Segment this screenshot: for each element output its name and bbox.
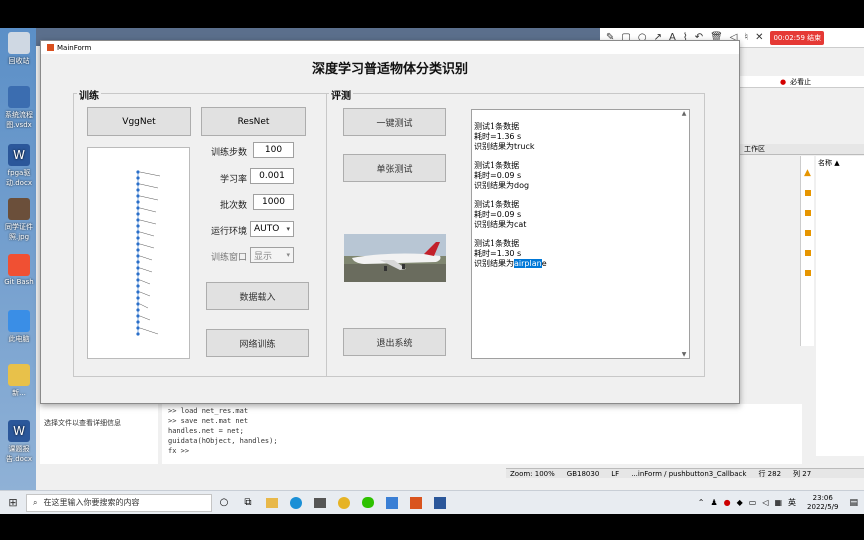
marker-icon [804,230,811,236]
selected-text: airplan [514,259,542,268]
env-select[interactable]: AUTO ▾ [250,221,294,237]
taskbar-clock[interactable]: 23:06 2022/5/9 [807,494,838,512]
desktop-icon-fpga-docx[interactable]: W fpga驱动.docx [2,144,36,188]
git-bash-icon [8,254,30,276]
recycle-bin-icon [8,32,30,54]
batch-label: 批次数 [219,201,247,211]
result-scrollbar[interactable]: ▲ ▼ [679,110,689,358]
close-icon[interactable]: ✕ [755,32,763,43]
result-entry: 测试1条数据 耗时=0.09 s 识别结果为cat [474,200,527,229]
load-data-button[interactable]: 数据载入 [206,282,309,310]
train-window-label: 训练窗口 [210,253,247,263]
store-icon[interactable] [314,497,326,508]
result-entry: 测试1条数据 耗时=1.30 s 识别结果为airplane [474,239,547,268]
window-title-bar[interactable]: MainForm [41,41,739,54]
vggnet-button[interactable]: VggNet [87,107,191,136]
visio-file-icon [8,86,30,108]
chevron-down-icon: ▾ [286,225,290,233]
desktop-icon-recycle-bin[interactable]: 回收站 [2,32,36,66]
exit-button[interactable]: 退出系统 [343,328,446,356]
search-icon: ⌕ [33,497,38,507]
cortana-icon[interactable]: ○ [215,494,233,512]
steps-input[interactable]: 100 [253,142,294,158]
env-label: 运行环境 [210,227,247,237]
windows-start-icon[interactable]: ⊞ [3,494,23,512]
edge-icon[interactable] [290,496,302,509]
mic-icon[interactable]: ♮ [745,32,749,43]
scroll-up-icon[interactable]: ▲ [679,110,689,117]
wechat-icon[interactable] [362,497,374,508]
test-image-airplane [344,234,446,282]
battery-icon[interactable]: ▭ [749,494,757,512]
volume-icon[interactable]: ◁ [762,494,768,512]
folder-icon [8,364,30,386]
word-file-icon: W [8,420,30,442]
desktop-icon-photo[interactable]: 同学证件照.jpg [2,198,36,242]
batch-input[interactable]: 1000 [253,194,294,210]
result-textbox[interactable]: 测试1条数据 耗时=1.36 s 识别结果为truck 测试1条数据 耗时=0.… [471,109,690,359]
steps-label: 训练步数 [210,148,247,158]
tray-user-icon[interactable]: ♟ [710,494,717,512]
marker-icon [804,190,811,196]
chevron-down-icon: ▾ [286,251,290,259]
resnet-button[interactable]: ResNet [201,107,306,136]
result-entry: 测试1条数据 耗时=0.09 s 识别结果为dog [474,161,530,190]
command-window[interactable]: >> load net_res.mat >> save net.mat net … [162,404,802,464]
workspace-title-bar: 工作区 [740,144,864,155]
taskbar: ⊞ ⌕ 在这里输入你要搜索的内容 ○ ⧉ ⌃ ♟ ● ◆ ▭ ◁ ▦ 英 23:… [0,490,864,514]
train-window-select[interactable]: 显示 ▾ [250,247,294,263]
scroll-down-icon[interactable]: ▼ [679,351,689,358]
computer-icon [8,310,30,332]
warning-icon: ▲ [804,168,811,178]
notification-icon: ● [780,77,787,86]
recording-timer[interactable]: 00:02:59 结束 [770,30,825,45]
chrome-icon[interactable] [338,496,350,509]
tray-chevron-icon[interactable]: ⌃ [698,494,705,512]
workspace-panel: 名称 ▲ [816,156,864,456]
airplane-image-svg [344,234,446,282]
desktop-icon-git-bash[interactable]: Git Bash [2,254,36,286]
marker-icon [804,210,811,216]
word-file-icon: W [8,144,30,166]
tray-app-icon[interactable]: ◆ [737,494,743,512]
network-icon[interactable]: ▦ [774,494,782,512]
eval-section-title: 评测 [329,87,353,102]
tray-app-icon[interactable]: ● [724,494,731,512]
file-details-panel: 选择文件以查看详细信息 [40,404,158,464]
page-title: 深度学习普适物体分类识别 [311,62,468,77]
photo-file-icon [8,198,30,220]
matlab-status-bar: Zoom: 100% GB18030 LF ...inForm / pushbu… [506,468,864,478]
learning-rate-input[interactable]: 0.001 [250,168,294,184]
one-click-test-button[interactable]: 一键测试 [343,108,446,136]
taskbar-search[interactable]: ⌕ 在这里输入你要搜索的内容 [26,493,212,512]
file-explorer-icon[interactable] [266,497,278,508]
train-section-title: 训练 [77,87,101,102]
result-entry: 测试1条数据 耗时=1.36 s 识别结果为truck [474,122,535,151]
marker-icon [804,250,811,256]
learning-rate-label: 学习率 [219,175,247,185]
single-test-button[interactable]: 单张测试 [343,154,446,182]
matlab-app-icon [47,44,54,51]
desktop-icon-vsdx[interactable]: 系统流程图.vsdx [2,86,36,130]
mainform-window: MainForm 深度学习普适物体分类识别 训练 评测 VggNet ResNe… [40,40,740,404]
word-icon[interactable] [434,496,446,509]
task-view-icon[interactable]: ⧉ [239,494,257,512]
desktop-icon-new[interactable]: 新... [2,364,36,398]
matlab-icon[interactable] [410,496,422,509]
matlab-user-area: ● 必看止 [740,76,864,88]
network-graph-plot [87,147,190,359]
app-icon[interactable] [386,496,398,509]
ime-label[interactable]: 英 [788,494,796,512]
marker-icon [804,270,811,276]
editor-gutter: ▲ [800,156,814,346]
desktop-icon-this-pc[interactable]: 此电脑 [2,310,36,344]
train-network-button[interactable]: 网络训练 [206,329,309,357]
desktop-icon-report-docx[interactable]: W 课题报告.docx [2,420,36,464]
network-graph-svg [136,170,161,336]
notification-center-icon[interactable]: ▤ [849,494,858,512]
